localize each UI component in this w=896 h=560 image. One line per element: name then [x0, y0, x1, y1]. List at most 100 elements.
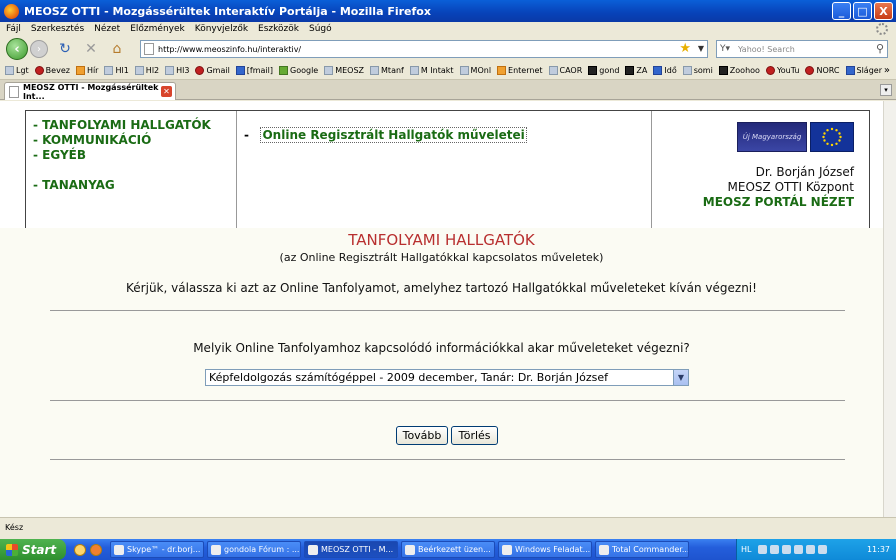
clear-button[interactable]: Törlés: [451, 426, 498, 445]
taskbar-item-firefox[interactable]: MEOSZ OTTI - M...: [304, 541, 398, 558]
tray-icon[interactable]: [794, 545, 804, 554]
page-icon: [144, 43, 154, 55]
sub-navigation: - Online Regisztrált Hallgatók műveletei: [237, 111, 652, 239]
taskbar-item-skype[interactable]: Skype™ - dr.borj...: [110, 541, 204, 558]
menu-file[interactable]: Fájl: [6, 24, 21, 34]
home-icon[interactable]: ⌂: [108, 40, 126, 58]
menu-edit[interactable]: Szerkesztés: [31, 24, 84, 34]
chevron-down-icon[interactable]: ▼: [673, 370, 688, 385]
course-selection-dialog: TANFOLYAMI HALLGATÓK (az Online Regisztr…: [0, 228, 883, 517]
search-placeholder: Yahoo! Search: [738, 44, 795, 54]
bookmark-star-icon[interactable]: ★: [679, 41, 691, 57]
bookmark-item[interactable]: MOnl: [459, 66, 491, 75]
search-engine-icon[interactable]: Y▾: [720, 44, 738, 54]
tab-bar: MEOSZ OTTI - Mozgássérültek Int... ✕ ▾: [0, 80, 896, 101]
search-icon[interactable]: ⚲: [876, 42, 884, 55]
language-indicator[interactable]: HL: [741, 545, 751, 554]
close-button[interactable]: X: [874, 2, 893, 20]
system-tray: HL 11:37: [736, 539, 896, 560]
bookmark-item[interactable]: Mtanf: [370, 66, 404, 75]
maximize-button[interactable]: □: [853, 2, 872, 20]
nav-link-tananyag[interactable]: - TANANYAG: [33, 178, 236, 193]
left-navigation: - TANFOLYAMI HALLGATÓK - KOMMUNIKÁCIÓ - …: [26, 111, 237, 239]
menu-tools[interactable]: Eszközök: [258, 24, 299, 34]
uj-magyarorszag-logo: Új Magyarország: [737, 122, 807, 152]
minimize-button[interactable]: _: [832, 2, 851, 20]
nav-link-online-registered-students[interactable]: Online Regisztrált Hallgatók műveletei: [260, 127, 527, 143]
bookmark-item[interactable]: M Intakt: [409, 66, 454, 75]
portal-view-link[interactable]: MEOSZ PORTÁL NÉZET: [652, 195, 854, 210]
menu-history[interactable]: Előzmények: [130, 24, 185, 34]
bookmark-item[interactable]: somi: [682, 66, 713, 75]
status-text: Kész: [5, 523, 24, 532]
tray-icon[interactable]: [818, 545, 828, 554]
window-title-bar[interactable]: MEOSZ OTTI - Mozgássérültek Interaktív P…: [0, 0, 896, 22]
url-dropdown-icon[interactable]: ▼: [698, 41, 704, 57]
tray-icon[interactable]: [770, 545, 780, 554]
bookmark-item[interactable]: Hír: [75, 66, 98, 75]
url-text: http://www.meoszinfo.hu/interaktiv/: [158, 44, 302, 54]
taskbar-item-inbox[interactable]: Beérkezett üzen...: [401, 541, 495, 558]
quick-launch-icon[interactable]: [90, 543, 102, 556]
bookmark-item[interactable]: Lgt: [5, 66, 29, 75]
tray-icon[interactable]: [806, 545, 816, 554]
back-button[interactable]: ‹: [6, 38, 28, 60]
reload-icon[interactable]: ↻: [56, 40, 74, 58]
url-bar[interactable]: http://www.meoszinfo.hu/interaktiv/ ★ ▼: [140, 40, 708, 58]
bookmark-item[interactable]: YouTu: [765, 66, 799, 75]
bookmark-item[interactable]: Hl1: [104, 66, 129, 75]
bookmark-item[interactable]: Gmail: [195, 66, 230, 75]
next-button[interactable]: Tovább: [396, 426, 448, 445]
navigation-toolbar: ‹ › ↻ ✕ ⌂ http://www.meoszinfo.hu/intera…: [0, 36, 896, 62]
sub-nav-dash: -: [244, 128, 249, 142]
throbber-icon: [876, 23, 888, 35]
menu-bookmarks[interactable]: Könyvjelzők: [195, 24, 248, 34]
tray-icon[interactable]: [782, 545, 792, 554]
dialog-question: Melyik Online Tanfolyamhoz kapcsolódó in…: [193, 341, 690, 355]
tray-icon[interactable]: [758, 545, 768, 554]
taskbar-item-gondola[interactable]: gondola Fórum : ...: [207, 541, 301, 558]
bookmarks-overflow-icon[interactable]: »: [884, 65, 890, 76]
menu-view[interactable]: Nézet: [94, 24, 120, 34]
search-input[interactable]: Y▾ Yahoo! Search ⚲: [716, 40, 888, 58]
bookmark-item[interactable]: [fmail]: [235, 66, 273, 75]
bookmark-item[interactable]: CAOR: [548, 66, 582, 75]
bookmark-item[interactable]: NORC: [805, 66, 840, 75]
dialog-title: TANFOLYAMI HALLGATÓK: [348, 231, 535, 249]
bookmark-item[interactable]: Sláger: [845, 66, 882, 75]
tab-meosz-otti[interactable]: MEOSZ OTTI - Mozgássérültek Int... ✕: [4, 82, 176, 101]
course-select[interactable]: Képfeldolgozás számítógéppel - 2009 dece…: [205, 369, 689, 386]
stop-icon[interactable]: ✕: [82, 40, 100, 58]
course-select-value: Képfeldolgozás számítógéppel - 2009 dece…: [209, 371, 608, 384]
quick-launch-icon[interactable]: [74, 543, 86, 556]
bookmark-item[interactable]: Zoohoo: [718, 66, 760, 75]
nav-link-egyeb[interactable]: - EGYÉB: [33, 148, 236, 163]
bookmark-item[interactable]: Google: [279, 66, 318, 75]
taskbar-item-total-commander[interactable]: Total Commander...: [595, 541, 689, 558]
windows-taskbar: Start Skype™ - dr.borj... gondola Fórum …: [0, 539, 896, 560]
menu-help[interactable]: Súgó: [309, 24, 332, 34]
start-label: Start: [22, 542, 57, 557]
bookmark-item[interactable]: Hl2: [134, 66, 159, 75]
taskbar-item-task-manager[interactable]: Windows Feladat...: [498, 541, 592, 558]
page-content: - TANFOLYAMI HALLGATÓK - KOMMUNIKÁCIÓ - …: [0, 101, 883, 517]
nav-link-tanfolyami-hallgatok[interactable]: - TANFOLYAMI HALLGATÓK: [33, 118, 236, 133]
tab-close-icon[interactable]: ✕: [161, 86, 172, 97]
forward-button[interactable]: ›: [30, 40, 48, 58]
bookmark-item[interactable]: ZA: [625, 66, 647, 75]
bookmark-item[interactable]: MEOSZ: [324, 66, 364, 75]
site-header-frame: - TANFOLYAMI HALLGATÓK - KOMMUNIKÁCIÓ - …: [25, 110, 870, 240]
nav-link-kommunikacio[interactable]: - KOMMUNIKÁCIÓ: [33, 133, 236, 148]
start-button[interactable]: Start: [0, 539, 66, 560]
divider: [50, 310, 845, 311]
status-bar: Kész: [0, 517, 896, 537]
bookmark-item[interactable]: Enternet: [497, 66, 543, 75]
page-icon: [9, 85, 19, 98]
bookmark-item[interactable]: Hl3: [165, 66, 189, 75]
vertical-scrollbar[interactable]: [883, 101, 896, 517]
bookmark-item[interactable]: Bevez: [34, 66, 70, 75]
clock[interactable]: 11:37: [867, 545, 890, 554]
bookmark-item[interactable]: Idő: [653, 66, 677, 75]
bookmark-item[interactable]: gond: [588, 66, 619, 75]
tab-list-icon[interactable]: ▾: [880, 84, 892, 96]
